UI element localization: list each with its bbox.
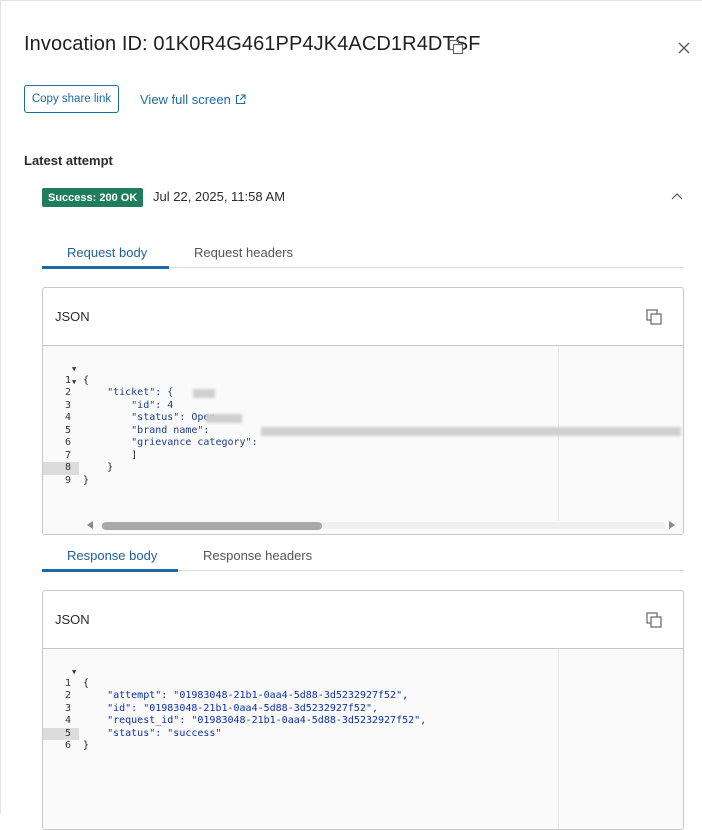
code-line: 8 } (64, 462, 114, 473)
request-json-header: JSON (43, 288, 683, 346)
view-full-screen-label: View full screen (140, 92, 231, 107)
code-line: 3 "id": 4 (43, 387, 215, 411)
request-tabs: Request body Request headers (42, 239, 684, 269)
code-line: 1 ▼{ (64, 668, 90, 689)
page-title: Invocation ID: 01K0R4G461PP4JK4ACD1R4DTS… (24, 33, 481, 55)
json-label: JSON (55, 309, 90, 324)
latest-attempt-heading: Latest attempt (24, 153, 113, 168)
copy-icon[interactable] (645, 611, 663, 629)
code-line: 6} (64, 740, 90, 751)
scroll-left-icon[interactable] (87, 521, 93, 529)
response-json-box: JSON 1 ▼{ 2 "attempt": "01983048-21b1-0aa… (42, 590, 684, 830)
tab-response-headers[interactable]: Response headers (203, 548, 312, 563)
request-json-box: JSON 1 ▼{ 2 ▼ "ticket": { 3 "id": 4 4 "s… (42, 287, 684, 535)
active-tab-indicator (42, 569, 178, 572)
json-label: JSON (55, 612, 90, 627)
redacted-value (193, 389, 215, 398)
response-json-header: JSON (43, 591, 683, 649)
horizontal-scrollbar[interactable] (87, 519, 679, 531)
response-code-editor[interactable]: 1 ▼{ 2 "attempt": "01983048-21b1-0aa4-5d8… (43, 649, 683, 829)
code-line: 4 "request_id": "01983048-21b1-0aa4-5d88… (64, 715, 427, 726)
print-margin (558, 649, 559, 829)
external-link-icon (235, 94, 246, 105)
copy-icon[interactable] (645, 308, 663, 326)
code-line: 6 "grievance category": (43, 425, 681, 448)
active-tab-indicator (42, 266, 169, 269)
request-code-editor[interactable]: 1 ▼{ 2 ▼ "ticket": { 3 "id": 4 4 "status":… (43, 346, 683, 534)
redacted-value (206, 414, 242, 423)
code-line: 5 "status": "success" (64, 727, 222, 739)
code-line: 2 ▼ "ticket": { (64, 377, 174, 399)
status-badge: Success: 200 OK (42, 188, 144, 207)
code-line: 5 "brand name": (43, 412, 242, 436)
copy-icon[interactable] (448, 39, 464, 55)
tab-request-body[interactable]: Request body (67, 245, 147, 260)
code-line: 1 ▼{ (64, 365, 90, 386)
view-full-screen-link[interactable]: View full screen (140, 92, 246, 107)
scrollbar-thumb[interactable] (102, 522, 322, 530)
chevron-up-icon[interactable] (671, 192, 683, 202)
code-line: 9} (64, 474, 90, 486)
code-line: 2 "attempt": "01983048-21b1-0aa4-5d88-3d… (64, 690, 409, 701)
code-line: 7 ] (64, 449, 138, 461)
code-line: 3 "id": "01983048-21b1-0aa4-5d88-3d52329… (64, 702, 379, 714)
copy-share-link-button[interactable]: Copy share link (24, 85, 119, 113)
scroll-right-icon[interactable] (669, 521, 675, 529)
attempt-timestamp: Jul 22, 2025, 11:58 AM (153, 189, 286, 204)
code-line: 4 "status": Open , (64, 412, 228, 423)
invocation-detail-panel: Invocation ID: 01K0R4G461PP4JK4ACD1R4DTS… (0, 0, 702, 830)
close-icon[interactable] (677, 41, 691, 55)
tab-request-headers[interactable]: Request headers (194, 245, 293, 260)
response-tabs: Response body Response headers (42, 542, 684, 572)
redacted-value (261, 426, 681, 436)
tab-response-body[interactable]: Response body (67, 548, 157, 563)
